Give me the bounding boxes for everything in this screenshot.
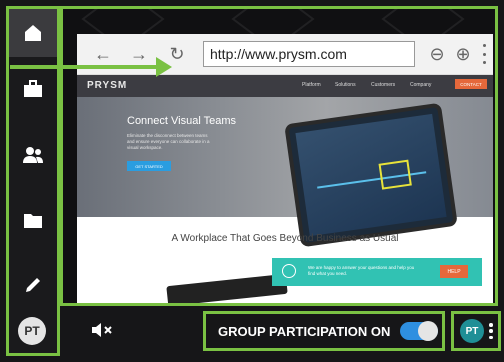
people-icon xyxy=(23,147,43,163)
workspace-canvas[interactable]: ← → ↻ http://www.prysm.com ⊖ ⊕ PRYSM Pla… xyxy=(60,6,498,306)
site-nav-solutions[interactable]: Solutions xyxy=(335,82,356,88)
group-participation-control: GROUP PARTICIPATION ON xyxy=(203,311,445,351)
home-icon xyxy=(25,25,41,41)
site-hero: Connect Visual Teams Eliminate the disco… xyxy=(77,97,493,248)
annotation-arrow-head xyxy=(156,57,172,77)
tablet-highlight xyxy=(378,159,412,190)
site-nav-bar: PRYSM Platform Solutions Customers Compa… xyxy=(77,75,493,97)
zoom-out-icon[interactable]: ⊖ xyxy=(425,42,449,66)
bottom-bar: GROUP PARTICIPATION ON PT xyxy=(60,308,504,356)
cta-text: We are happy to answer your questions an… xyxy=(308,265,415,276)
website-content: PRYSM Platform Solutions Customers Compa… xyxy=(77,75,493,303)
zoom-in-icon[interactable]: ⊕ xyxy=(451,42,475,66)
target-icon xyxy=(282,264,296,278)
browser-window: ← → ↻ http://www.prysm.com ⊖ ⊕ PRYSM Pla… xyxy=(77,34,493,303)
tablet-screen xyxy=(295,113,447,237)
site-help-button[interactable]: HELP xyxy=(440,265,468,278)
site-contact-button[interactable]: CONTACT xyxy=(455,79,487,89)
url-input[interactable]: http://www.prysm.com xyxy=(203,41,415,67)
sidebar-item-folder[interactable] xyxy=(9,196,57,244)
sidebar: PT xyxy=(6,6,60,356)
forward-arrow-icon[interactable]: → xyxy=(127,42,151,66)
user-badge[interactable]: PT xyxy=(460,319,484,343)
pencil-icon xyxy=(26,278,40,292)
sidebar-item-briefcase[interactable] xyxy=(9,65,57,113)
user-control: PT xyxy=(451,311,501,351)
sidebar-item-people[interactable] xyxy=(9,131,57,179)
mute-icon[interactable] xyxy=(90,320,114,340)
site-nav-customers[interactable]: Customers xyxy=(371,82,395,88)
toggle-knob xyxy=(418,321,439,341)
site-logo[interactable]: PRYSM xyxy=(87,80,127,91)
group-participation-label: GROUP PARTICIPATION ON xyxy=(218,323,391,339)
hero-title: Connect Visual Teams xyxy=(127,115,237,127)
annotation-arrow-line xyxy=(10,65,160,69)
site-cta-bar: We are happy to answer your questions an… xyxy=(272,258,482,286)
site-nav-company[interactable]: Company xyxy=(410,82,431,88)
folder-icon xyxy=(24,213,42,228)
back-arrow-icon[interactable]: ← xyxy=(91,42,115,66)
tablet-image xyxy=(284,102,458,248)
sidebar-item-home[interactable] xyxy=(9,9,57,57)
app-window: PT ← → ↻ http://www.prysm.com ⊖ ⊕ PRYSM … xyxy=(0,0,504,362)
briefcase-icon xyxy=(24,80,42,97)
browser-menu-icon[interactable] xyxy=(481,44,487,64)
site-nav-platform[interactable]: Platform xyxy=(302,82,321,88)
hero-text: Eliminate the disconnect between teams a… xyxy=(127,133,210,150)
group-participation-toggle[interactable] xyxy=(400,321,439,341)
hero-get-started-button[interactable]: GET STARTED xyxy=(127,161,171,171)
avatar[interactable]: PT xyxy=(18,317,46,345)
sidebar-item-pencil[interactable] xyxy=(9,261,57,309)
site-tagline: A Workplace That Goes Beyond Business as… xyxy=(171,233,399,244)
phone-image xyxy=(166,273,288,303)
tablet-chart xyxy=(317,171,431,219)
user-menu-icon[interactable] xyxy=(489,323,493,339)
